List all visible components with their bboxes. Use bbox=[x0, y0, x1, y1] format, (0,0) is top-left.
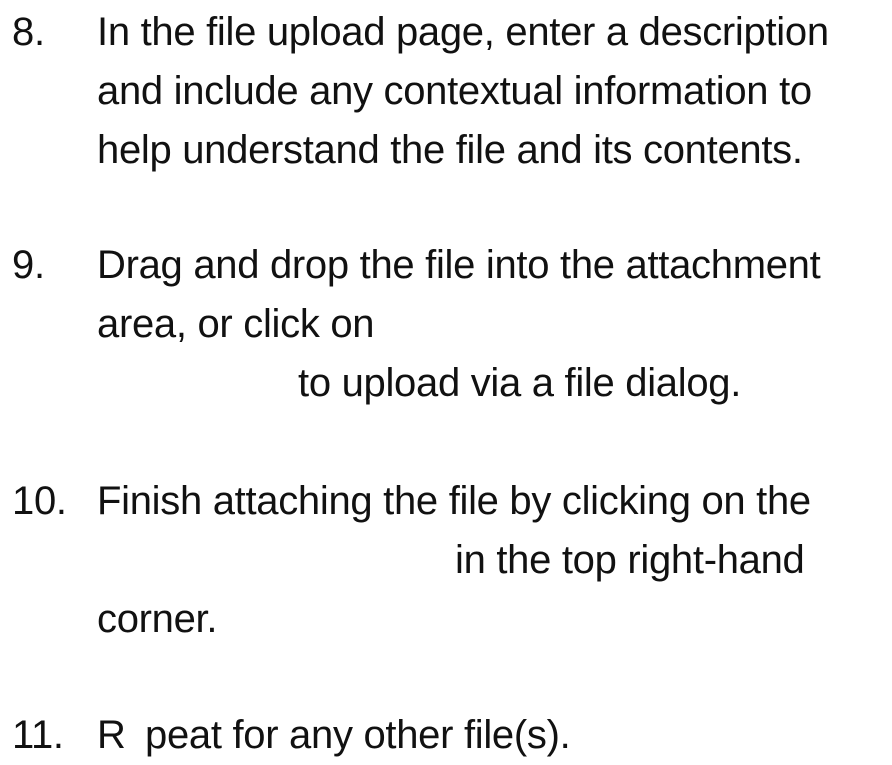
step-text-line: in the top right-hand bbox=[455, 538, 805, 582]
step-text-line: Finish attaching the file by clicking on… bbox=[97, 479, 811, 523]
step-text-fragment: R bbox=[97, 713, 126, 757]
step-text-line: help understand the file and its content… bbox=[97, 128, 803, 172]
step-text-line: and include any contextual information t… bbox=[97, 69, 812, 113]
step-number: 11. bbox=[12, 713, 64, 757]
step-text-line: Drag and drop the file into the attachme… bbox=[97, 243, 821, 287]
step-text-line: to upload via a file dialog. bbox=[298, 361, 742, 405]
step-text-line: In the file upload page, enter a descrip… bbox=[97, 10, 829, 54]
step-number: 10. bbox=[12, 479, 67, 523]
step-text-line: area, or click on bbox=[97, 302, 375, 346]
step-text-line: corner. bbox=[97, 597, 218, 641]
step-number: 8. bbox=[12, 10, 45, 54]
step-text-fragment: peat for any other file(s). bbox=[145, 713, 571, 757]
step-number: 9. bbox=[12, 243, 45, 287]
